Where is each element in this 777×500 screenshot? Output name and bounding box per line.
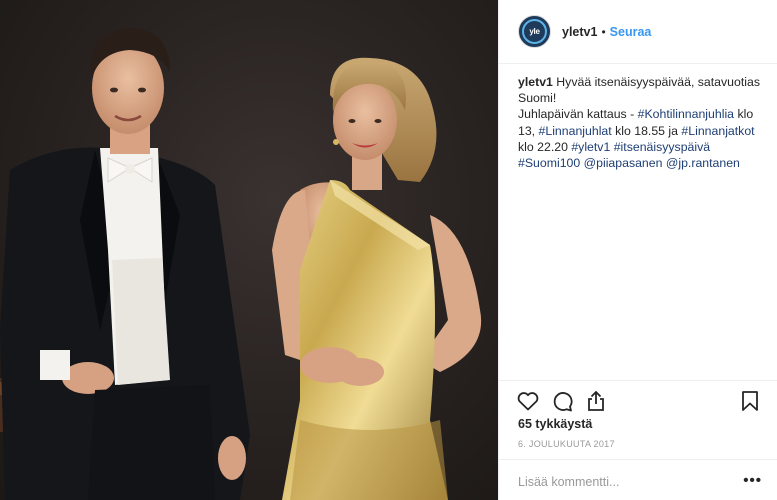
hashtag-link[interactable]: #Suomi100 [518,156,580,170]
post-side-panel: yle yletv1 • Seuraa yletv1 Hyvää itsenäi… [498,0,777,500]
comment-box: ••• [499,459,777,500]
post-caption: yletv1 Hyvää itsenäisyyspäivää, satavuot… [518,74,763,171]
hashtag-link[interactable]: #Kohtilinnanjuhlia [638,107,734,121]
post-photo[interactable] [0,0,498,500]
mention-link[interactable]: @piiapasanen [584,156,663,170]
post-date[interactable]: 6. JOULUKUUTA 2017 [518,439,615,449]
bookmark-icon[interactable] [738,389,762,413]
header-separator: • [601,24,606,39]
post-photo-illustration [0,28,482,500]
caption-username[interactable]: yletv1 [518,75,553,89]
caption-text-4: klo 22.20 [518,139,572,154]
hashtag-link[interactable]: #Linnanjuhlat [539,124,612,138]
post-header: yle yletv1 • Seuraa [499,0,777,64]
more-options-icon[interactable]: ••• [743,471,762,491]
heart-icon[interactable] [516,389,540,413]
hashtag-link[interactable]: #itsenäisyyspäivä [614,140,710,154]
mention-link[interactable]: @jp.rantanen [666,156,740,170]
header-username[interactable]: yletv1 [562,25,597,39]
action-icons [516,389,766,413]
caption-line1: Hyvää itsenäisyyspäivää, satavuotias Suo… [518,75,760,106]
caption-text-3: klo 18.55 ja [611,123,682,138]
comment-input[interactable] [518,472,728,492]
likes-count[interactable]: 65 tykkäystä [518,417,592,431]
post-actions: 65 tykkäystä 6. JOULUKUUTA 2017 ••• [499,380,777,500]
follow-button[interactable]: Seuraa [610,25,652,39]
hashtag-link[interactable]: #yletv1 [571,140,610,154]
avatar[interactable]: yle [518,15,551,48]
avatar-logo-text: yle [529,27,540,36]
comment-icon[interactable] [550,389,574,413]
caption-text-1: Juhlapäivän kattaus - [518,107,638,122]
hashtag-link[interactable]: #Linnanjatkot [681,124,754,138]
share-icon[interactable] [584,389,608,413]
